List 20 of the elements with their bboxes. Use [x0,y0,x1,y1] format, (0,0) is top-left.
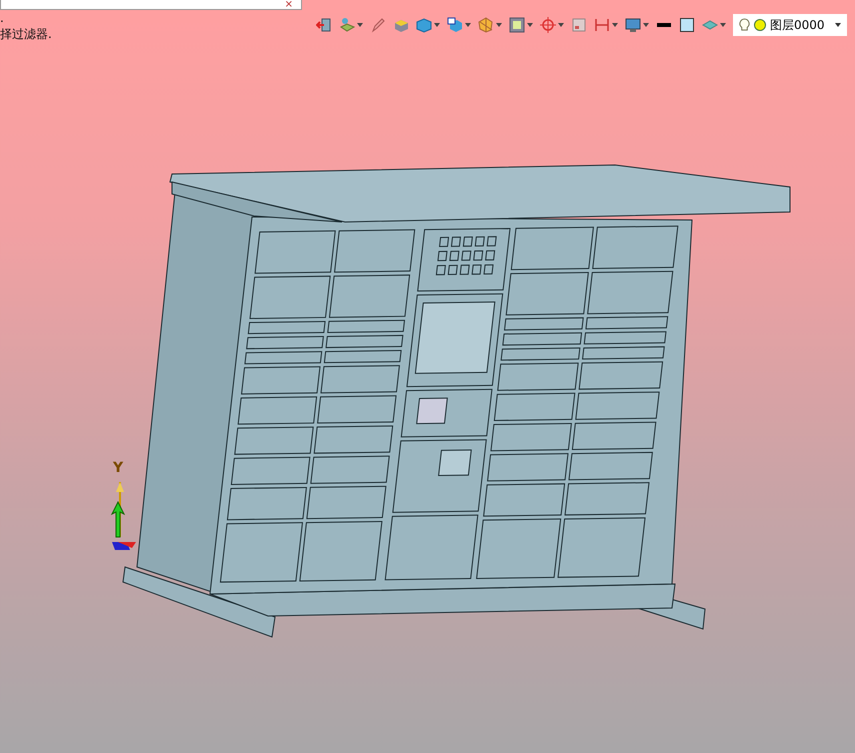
dimension-icon[interactable] [594,17,610,33]
layers-icon[interactable] [339,17,355,33]
circle-icon [753,18,767,32]
axis-triad-icon [110,482,136,550]
prompt-text: 择过滤器. [0,26,52,42]
exit-icon[interactable] [316,17,332,33]
view-icon[interactable] [447,17,463,33]
monitor-icon[interactable] [625,17,641,33]
document-tab[interactable]: × [0,0,302,10]
window-icon[interactable] [571,17,587,33]
frame-icon[interactable] [509,17,525,33]
swatch-icon[interactable] [679,17,695,33]
prompt-text: . [0,10,5,26]
axis-label: Y [113,460,124,476]
lightbulb-icon [739,18,750,32]
close-icon[interactable]: × [284,0,293,9]
pencil-icon[interactable] [370,17,386,33]
caret-icon[interactable] [835,23,841,27]
layer-dropdown[interactable]: 图层0000 [733,14,847,36]
cube-icon[interactable] [416,17,432,33]
